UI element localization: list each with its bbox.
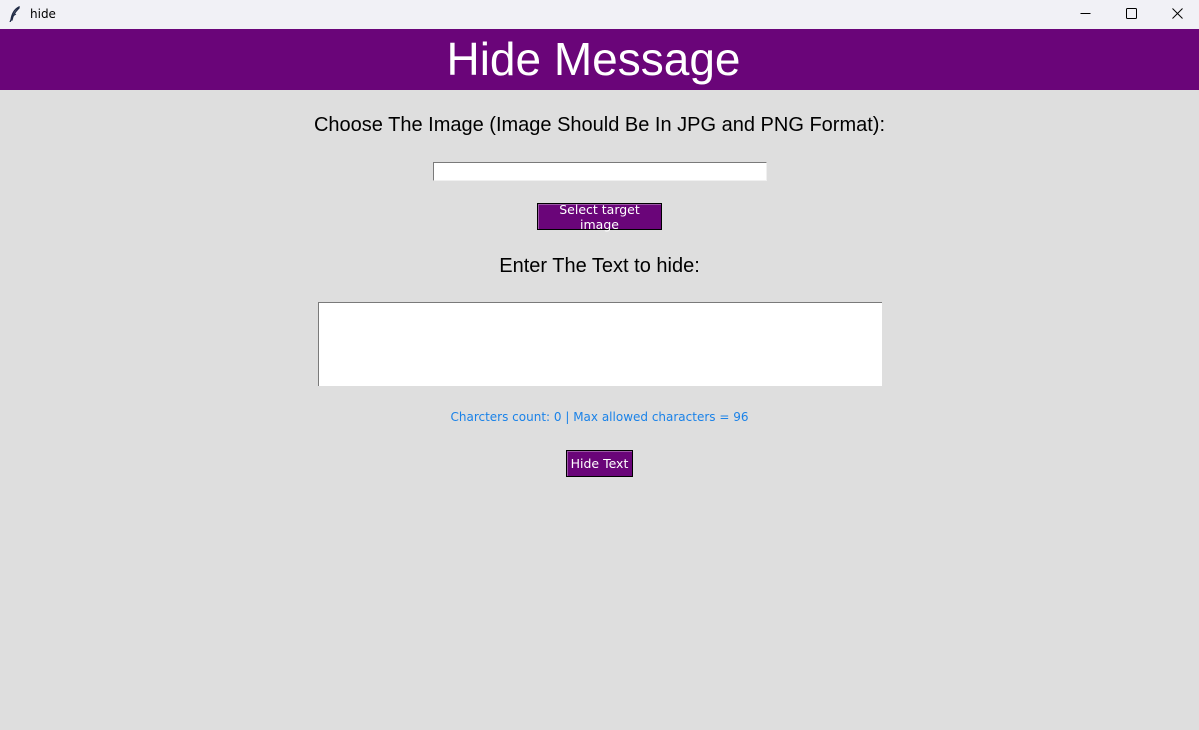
hide-text-area[interactable] bbox=[318, 302, 882, 386]
title-bar: hide bbox=[0, 0, 1199, 29]
enter-text-label: Enter The Text to hide: bbox=[499, 255, 700, 277]
close-icon bbox=[1171, 6, 1183, 24]
image-path-input[interactable] bbox=[433, 162, 767, 181]
count-prefix: Charcters count: bbox=[450, 410, 554, 424]
minimize-button[interactable] bbox=[1062, 0, 1108, 29]
max-value: 96 bbox=[733, 410, 749, 424]
minimize-icon bbox=[1080, 6, 1091, 24]
hide-text-button[interactable]: Hide Text bbox=[566, 450, 633, 477]
header-banner: Hide Message bbox=[0, 29, 1199, 90]
feather-icon bbox=[9, 5, 21, 23]
maximize-button[interactable] bbox=[1108, 0, 1154, 29]
count-value: 0 bbox=[553, 410, 562, 424]
close-button[interactable] bbox=[1154, 0, 1199, 29]
character-count-label: Charcters count: 0 | Max allowed charact… bbox=[0, 410, 1199, 424]
page-title: Hide Message bbox=[446, 33, 741, 85]
select-target-image-button[interactable]: Select target image bbox=[537, 202, 662, 232]
app-window: hide Hide Message Choose The Image (Imag… bbox=[0, 0, 1199, 730]
max-text: Max allowed characters = bbox=[573, 410, 734, 424]
window-title: hide bbox=[30, 7, 56, 21]
maximize-icon bbox=[1125, 6, 1137, 24]
choose-image-label: Choose The Image (Image Should Be In JPG… bbox=[313, 114, 885, 136]
count-separator: | bbox=[561, 410, 574, 424]
